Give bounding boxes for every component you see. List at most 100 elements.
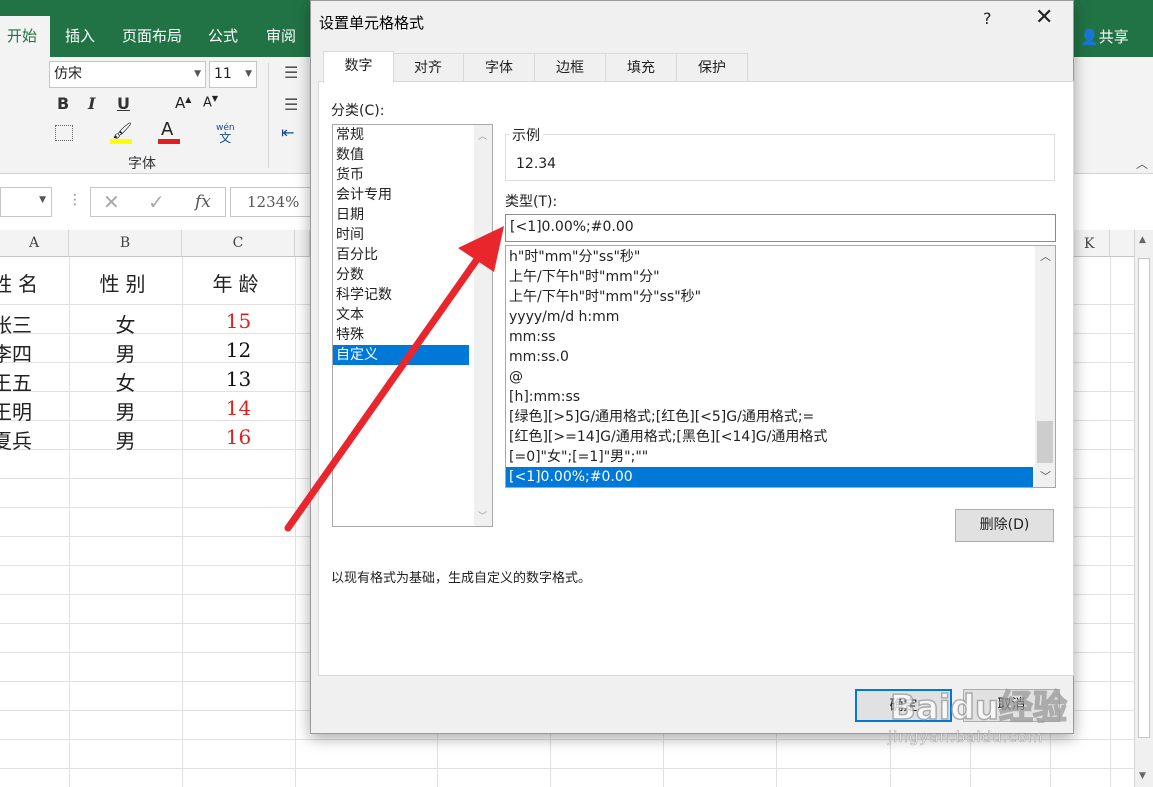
column-header-b[interactable]: B (69, 230, 182, 257)
font-size-combo[interactable]: 11 ▼ (209, 61, 257, 88)
indent-icon[interactable]: ⇤ (281, 123, 294, 142)
column-header-c[interactable]: C (182, 230, 295, 257)
format-item[interactable]: 上午/下午h"时"mm"分"ss"秒" (506, 287, 1055, 307)
font-color-icon[interactable]: A (161, 119, 173, 140)
name-box[interactable]: ▼ (0, 187, 52, 217)
increase-font-icon[interactable]: A▲ (175, 94, 191, 112)
vertical-scrollbar[interactable]: ▲ ▼ (1134, 230, 1153, 787)
chevron-down-icon: ▼ (39, 195, 46, 205)
underline-button[interactable]: U (117, 94, 130, 113)
format-item[interactable]: @ (506, 367, 1055, 387)
format-item[interactable]: mm:ss (506, 327, 1055, 347)
tab-insert[interactable]: 插入 (55, 16, 105, 58)
format-item[interactable]: h"时"mm"分"ss"秒" (506, 247, 1055, 267)
scroll-up-icon[interactable]: ︿ (1040, 248, 1051, 264)
header-cell-gender[interactable]: 性别 (69, 268, 182, 297)
tab-review[interactable]: 审阅 (256, 16, 306, 58)
function-icon[interactable]: fx (195, 192, 211, 212)
tab-font[interactable]: 字体 (463, 53, 535, 82)
format-item[interactable]: 上午/下午h"时"mm"分" (506, 267, 1055, 287)
help-button[interactable]: ? (983, 9, 992, 28)
cell-age[interactable]: 13 (182, 367, 295, 391)
format-item[interactable]: [绿色][>5]G/通用格式;[红色][<5]G/通用格式;= (506, 407, 1055, 427)
share-button[interactable]: 👤共享 (1080, 26, 1129, 47)
cell-name[interactable]: 王明 (0, 396, 42, 425)
format-item[interactable]: [=0]"女";[=1]"男";"" (506, 447, 1055, 467)
decrease-font-icon[interactable]: A▼ (203, 94, 218, 110)
format-item[interactable]: [红色][>=14]G/通用格式;[黑色][<14]G/通用格式 (506, 427, 1055, 447)
category-item[interactable]: 常规 (333, 125, 492, 145)
cell-gender[interactable]: 女 (69, 367, 182, 396)
tab-protection[interactable]: 保护 (676, 53, 748, 82)
category-item[interactable]: 会计专用 (333, 185, 492, 205)
category-item[interactable]: 货币 (333, 165, 492, 185)
format-item[interactable]: yyyy/m/d h:mm (506, 307, 1055, 327)
fill-color-icon[interactable]: 🖌 (112, 121, 132, 140)
cell-age[interactable]: 16 (182, 425, 295, 449)
confirm-icon[interactable]: ✓ (148, 190, 165, 214)
category-item[interactable]: 文本 (333, 305, 492, 325)
format-item[interactable]: [h]:mm:ss (506, 387, 1055, 407)
border-icon[interactable] (55, 125, 73, 141)
format-scrollbar[interactable]: ︿ ﹀ (1035, 246, 1055, 487)
format-list[interactable]: h"时"mm"分"ss"秒" 上午/下午h"时"mm"分" 上午/下午h"时"m… (505, 245, 1056, 488)
cell-age[interactable]: 12 (182, 338, 295, 362)
category-item[interactable]: 百分比 (333, 245, 492, 265)
format-item-selected[interactable]: [<1]0.00%;#0.00 (506, 467, 1033, 487)
category-item[interactable]: 特殊 (333, 325, 492, 345)
category-item[interactable]: 科学记数 (333, 285, 492, 305)
header-cell-name[interactable]: 姓名 (0, 268, 58, 297)
bold-button[interactable]: B (57, 94, 69, 113)
close-button[interactable]: ✕ (1035, 5, 1053, 30)
formula-input[interactable]: 1234% (230, 187, 320, 217)
category-list[interactable]: 常规 数值 货币 会计专用 日期 时间 百分比 分数 科学记数 文本 特殊 自定… (332, 124, 493, 527)
scroll-down-icon[interactable]: ▼ (1139, 771, 1146, 781)
scroll-down-icon[interactable]: ﹀ (1040, 468, 1051, 484)
tab-fill[interactable]: 填充 (605, 53, 677, 82)
category-item[interactable]: 数值 (333, 145, 492, 165)
column-header-k[interactable]: K (1084, 236, 1094, 252)
category-item[interactable]: 时间 (333, 225, 492, 245)
tab-number[interactable]: 数字 (323, 51, 394, 83)
column-header-a[interactable]: A (0, 230, 69, 257)
column-header[interactable] (295, 230, 310, 257)
cell-name[interactable]: 张三 (0, 309, 42, 338)
category-scrollbar[interactable]: ︿ ﹀ (474, 125, 492, 526)
cell-gender[interactable]: 男 (69, 338, 182, 367)
type-input[interactable]: [<1]0.00%;#0.00 (505, 214, 1056, 242)
scroll-thumb[interactable] (1037, 421, 1053, 463)
tab-alignment[interactable]: 对齐 (392, 53, 464, 82)
column-header[interactable] (1110, 230, 1134, 257)
delete-button[interactable]: 删除(D) (955, 509, 1054, 542)
phonetic-icon[interactable]: wén 文 (216, 123, 235, 145)
category-item[interactable]: 日期 (333, 205, 492, 225)
scroll-thumb[interactable] (1138, 258, 1150, 738)
collapse-ribbon-icon[interactable]: ︿ (1136, 155, 1148, 172)
header-cell-age[interactable]: 年龄 (182, 268, 295, 297)
cancel-icon[interactable]: ✕ (103, 190, 120, 214)
category-label: 分类(C): (331, 103, 385, 119)
tab-home[interactable]: 开始 (0, 16, 50, 58)
tab-formulas[interactable]: 公式 (198, 16, 248, 58)
align-top-icon[interactable]: ☰ (284, 63, 298, 82)
category-item-selected[interactable]: 自定义 (333, 345, 469, 365)
align-center-icon[interactable]: ☰ (284, 95, 298, 114)
scroll-up-icon[interactable]: ︿ (478, 129, 487, 142)
cell-name[interactable]: 李四 (0, 338, 42, 367)
cell-name[interactable]: 王五 (0, 367, 42, 396)
scroll-up-icon[interactable]: ▲ (1139, 235, 1146, 245)
format-item[interactable]: mm:ss.0 (506, 347, 1055, 367)
cell-age[interactable]: 15 (182, 309, 295, 333)
cell-gender[interactable]: 男 (69, 396, 182, 425)
cell-gender[interactable]: 男 (69, 425, 182, 454)
cell-gender[interactable]: 女 (69, 309, 182, 338)
cell-age[interactable]: 14 (182, 396, 295, 420)
scroll-down-icon[interactable]: ﹀ (478, 509, 487, 522)
font-name-combo[interactable]: 仿宋 ▼ (49, 61, 206, 88)
italic-button[interactable]: I (88, 94, 95, 113)
person-icon: 👤 (1080, 28, 1099, 46)
category-item[interactable]: 分数 (333, 265, 492, 285)
cell-name[interactable]: 夏兵 (0, 425, 42, 454)
tab-page-layout[interactable]: 页面布局 (112, 16, 192, 58)
tab-border[interactable]: 边框 (534, 53, 606, 82)
